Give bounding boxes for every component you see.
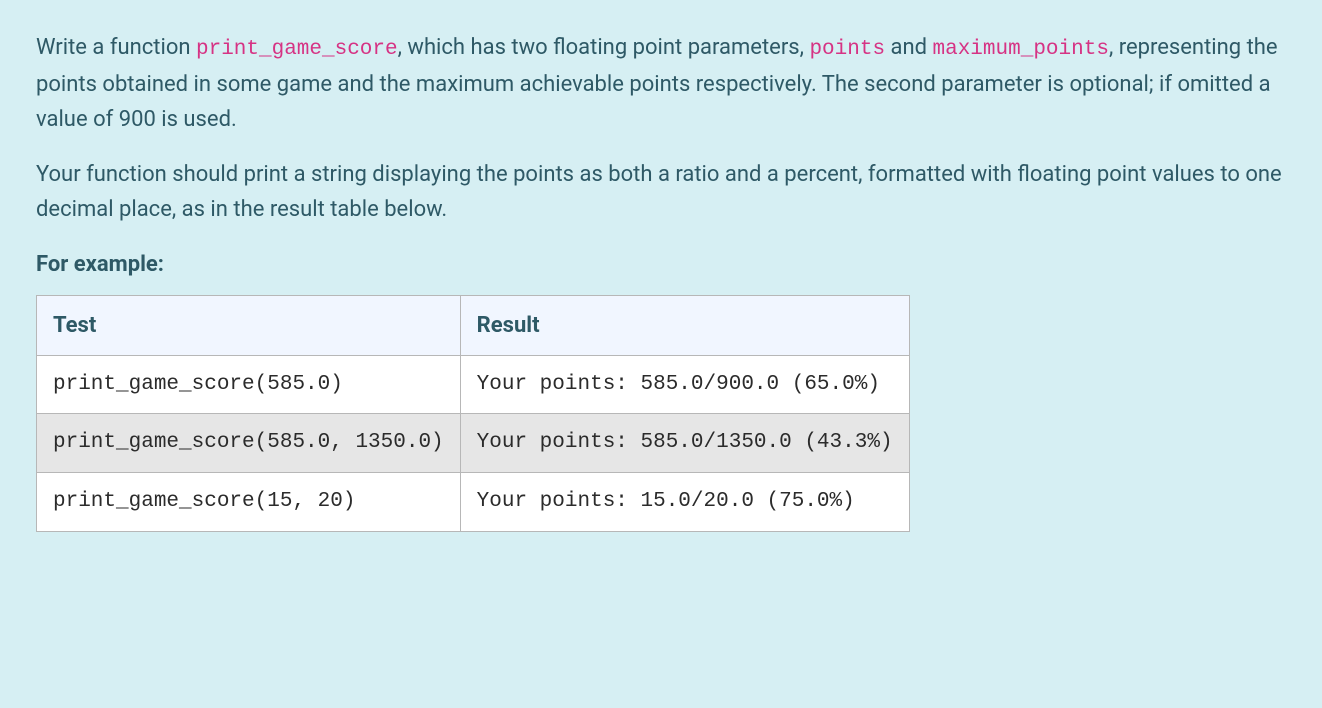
code-maximum-points: maximum_points xyxy=(933,38,1109,61)
table-row: print_game_score(585.0) Your points: 585… xyxy=(37,355,910,414)
table-cell-test: print_game_score(15, 20) xyxy=(37,472,461,531)
problem-paragraph-2: Your function should print a string disp… xyxy=(36,157,1286,227)
table-cell-test: print_game_score(585.0) xyxy=(37,355,461,414)
text-fragment: and xyxy=(885,35,932,60)
table-cell-result: Your points: 585.0/900.0 (65.0%) xyxy=(460,355,909,414)
table-cell-result: Your points: 15.0/20.0 (75.0%) xyxy=(460,472,909,531)
table-header-result: Result xyxy=(460,295,909,355)
table-cell-test: print_game_score(585.0, 1350.0) xyxy=(37,414,461,473)
table-row: print_game_score(15, 20) Your points: 15… xyxy=(37,472,910,531)
example-label: For example: xyxy=(36,247,1286,282)
text-fragment: Write a function xyxy=(36,35,196,60)
text-fragment: , which has two floating point parameter… xyxy=(398,35,810,60)
table-header-test: Test xyxy=(37,295,461,355)
example-table: Test Result print_game_score(585.0) Your… xyxy=(36,295,910,532)
code-points: points xyxy=(809,38,885,61)
table-row: print_game_score(585.0, 1350.0) Your poi… xyxy=(37,414,910,473)
table-cell-result: Your points: 585.0/1350.0 (43.3%) xyxy=(460,414,909,473)
code-print-game-score: print_game_score xyxy=(196,38,398,61)
table-header-row: Test Result xyxy=(37,295,910,355)
problem-paragraph-1: Write a function print_game_score, which… xyxy=(36,30,1286,137)
